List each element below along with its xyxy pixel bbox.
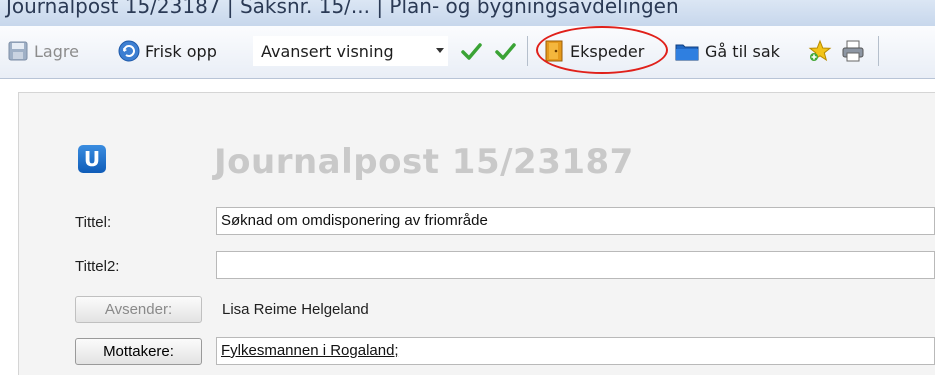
tittel2-input[interactable]	[216, 251, 935, 279]
save-disk-icon	[8, 41, 28, 61]
avsender-value: Lisa Reime Helgeland	[222, 301, 369, 318]
checkmark-icon	[494, 40, 516, 62]
tittel-label: Tittel:	[75, 214, 112, 231]
mottakere-button[interactable]: Mottakere:	[75, 338, 202, 365]
save-label: Lagre	[34, 41, 79, 61]
favorite-button[interactable]	[808, 36, 832, 66]
app-logo: U	[78, 145, 106, 173]
page-title: Journalpost 15/23187	[214, 142, 634, 182]
tittel-input[interactable]: Søknad om omdisponering av friområde	[216, 207, 935, 235]
printer-icon	[841, 40, 865, 62]
dropdown-arrow-icon	[436, 48, 444, 53]
avsender-button[interactable]: Avsender:	[75, 296, 202, 323]
toolbar-separator	[527, 36, 528, 66]
print-button[interactable]	[841, 36, 865, 66]
refresh-icon	[118, 40, 140, 62]
folder-icon	[675, 41, 699, 61]
window-title-bar: Journalpost 15/23187 | Saksnr. 15/... | …	[0, 0, 935, 26]
approve-all-button[interactable]	[494, 36, 516, 66]
toolbar-separator	[878, 36, 879, 66]
checkmark-icon	[460, 40, 482, 62]
view-select-value: Avansert visning	[261, 41, 394, 61]
window-title: Journalpost 15/23187 | Saksnr. 15/... | …	[6, 0, 679, 18]
refresh-button[interactable]: Frisk opp	[118, 36, 217, 66]
goto-case-label: Gå til sak	[705, 41, 780, 61]
annotation-circle	[536, 26, 668, 74]
mottakere-value: Fylkesmannen i Rogaland;	[221, 342, 399, 359]
toolbar: Lagre Frisk opp Avansert visning Ekspede…	[0, 26, 935, 79]
save-button[interactable]: Lagre	[8, 36, 79, 66]
mottakere-input[interactable]: Fylkesmannen i Rogaland;	[216, 337, 935, 365]
star-add-icon	[808, 39, 832, 63]
approve-button[interactable]	[460, 36, 482, 66]
tittel-value: Søknad om omdisponering av friområde	[221, 212, 488, 229]
tittel2-label: Tittel2:	[75, 258, 120, 275]
view-select[interactable]: Avansert visning	[253, 36, 448, 66]
refresh-label: Frisk opp	[145, 41, 217, 61]
goto-case-button[interactable]: Gå til sak	[675, 36, 780, 66]
